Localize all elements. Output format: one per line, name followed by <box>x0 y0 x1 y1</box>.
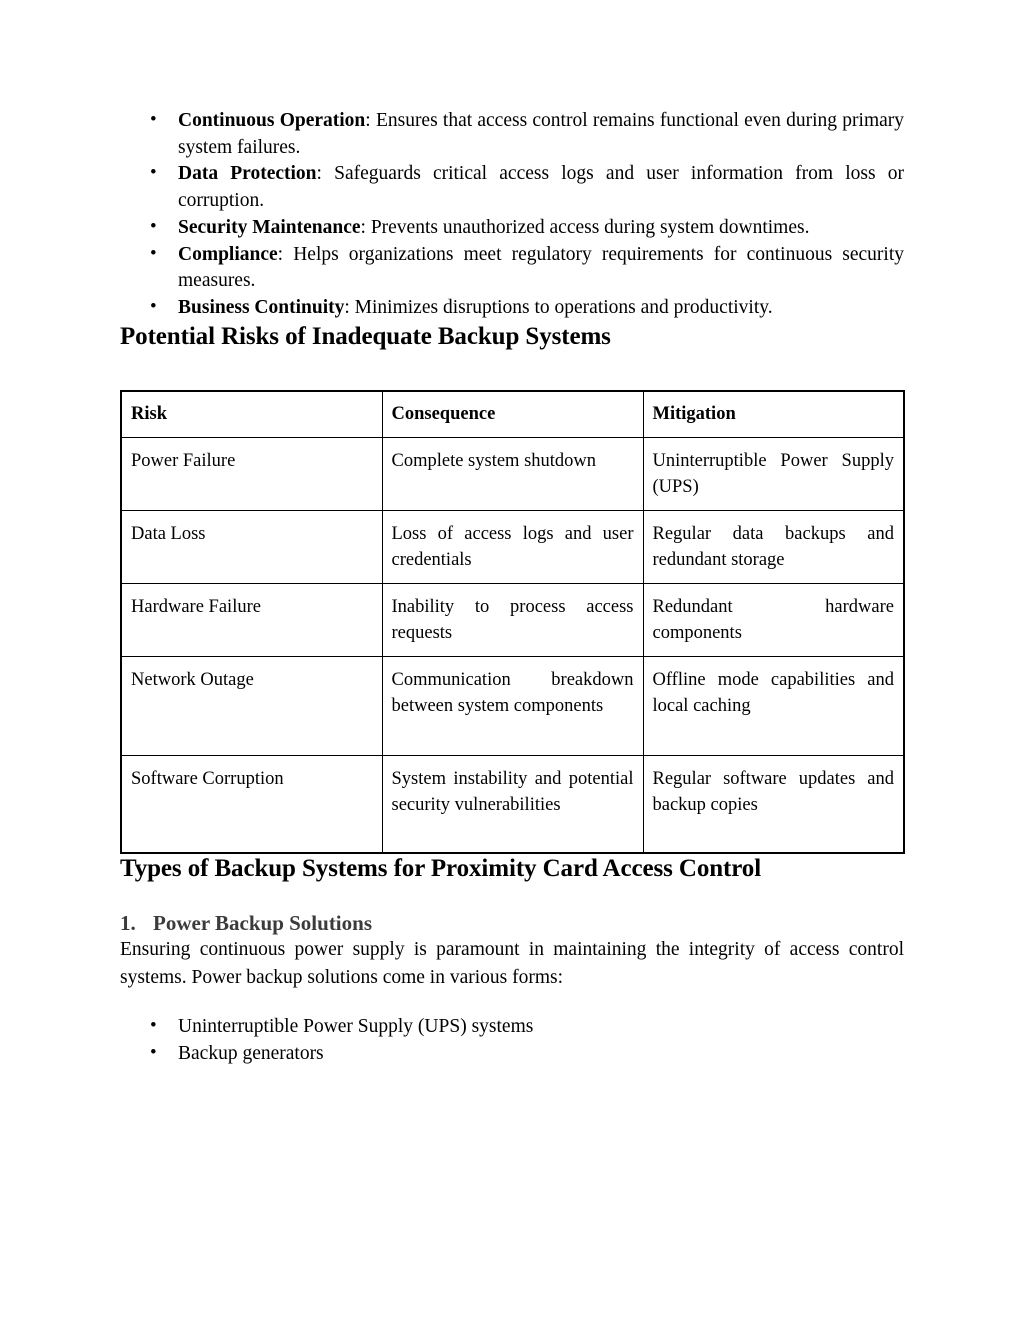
cell-mitigation: Regular data backups and redundant stora… <box>642 509 905 584</box>
table-header-mitigation: Mitigation <box>642 390 905 438</box>
risks-heading: Potential Risks of Inadequate Backup Sys… <box>120 322 611 350</box>
table-row: Software Corruption System instability a… <box>120 754 905 854</box>
list-item-separator: : <box>365 110 376 131</box>
table-row: Data Loss Loss of access logs and user c… <box>120 509 905 584</box>
subheading-label: Power Backup Solutions <box>153 910 372 935</box>
table-row: Power Failure Complete system shutdown U… <box>120 436 905 511</box>
list-item-term: Data Protection <box>178 163 317 185</box>
table-header-row: Risk Consequence Mitigation <box>120 390 905 438</box>
table-header-risk: Risk <box>120 390 383 438</box>
cell-risk: Data Loss <box>120 509 383 584</box>
list-item: Security Maintenance: Prevents unauthori… <box>120 214 904 242</box>
cell-consequence: Complete system shutdown <box>381 436 644 511</box>
power-backup-paragraph: Ensuring continuous power supply is para… <box>120 938 904 988</box>
cell-risk: Power Failure <box>120 436 383 511</box>
list-item-separator: : <box>277 243 294 265</box>
list-item: Data Protection: Safeguards critical acc… <box>120 160 904 214</box>
list-item-text: Prevents unauthorized access during syst… <box>370 216 810 238</box>
list-item-term: Compliance <box>178 243 278 265</box>
cell-mitigation: Offline mode capabilities and local cach… <box>642 655 905 756</box>
power-backup-subheading: 1. Power Backup Solutions <box>120 910 904 936</box>
cell-risk: Software Corruption <box>120 754 383 854</box>
cell-mitigation: Redundant hardware components <box>642 582 905 657</box>
table-row: Hardware Failure Inability to process ac… <box>120 582 905 657</box>
cell-mitigation: Uninterruptible Power Supply (UPS) <box>642 436 905 511</box>
document-page: Continuous Operation: Ensures that acces… <box>0 0 1024 1325</box>
subheading-number: 1. <box>120 910 136 935</box>
list-item: Compliance: Helps organizations meet reg… <box>120 241 904 295</box>
list-item: Continuous Operation: Ensures that acces… <box>120 107 904 161</box>
list-item-term: Continuous Operation <box>178 110 366 131</box>
list-item-term: Business Continuity <box>178 296 345 318</box>
types-heading: Types of Backup Systems for Proximity Ca… <box>120 854 762 882</box>
cell-risk: Hardware Failure <box>120 582 383 657</box>
list-item-text: Minimizes disruptions to operations and … <box>354 296 773 318</box>
benefits-list: Continuous Operation: Ensures that acces… <box>120 107 904 322</box>
power-backup-list: Uninterruptible Power Supply (UPS) syste… <box>120 1012 904 1067</box>
list-item-separator: : <box>360 216 371 238</box>
cell-mitigation: Regular software updates and backup copi… <box>642 754 905 854</box>
list-item: Business Continuity: Minimizes disruptio… <box>120 294 904 322</box>
cell-consequence: System instability and potential securit… <box>381 754 644 854</box>
table-header-consequence: Consequence <box>381 390 644 438</box>
list-item: Uninterruptible Power Supply (UPS) syste… <box>120 1012 904 1040</box>
table-row: Network Outage Communication breakdown b… <box>120 655 905 756</box>
list-item-separator: : <box>316 163 335 185</box>
cell-consequence: Inability to process access requests <box>381 582 644 657</box>
list-item-separator: : <box>344 296 355 318</box>
list-item: Backup generators <box>120 1039 904 1067</box>
risk-table: Risk Consequence Mitigation Power Failur… <box>120 389 905 854</box>
cell-consequence: Loss of access logs and user credentials <box>381 509 644 584</box>
list-item-term: Security Maintenance <box>178 216 361 238</box>
cell-consequence: Communication breakdown between system c… <box>381 655 644 756</box>
cell-risk: Network Outage <box>120 655 383 756</box>
